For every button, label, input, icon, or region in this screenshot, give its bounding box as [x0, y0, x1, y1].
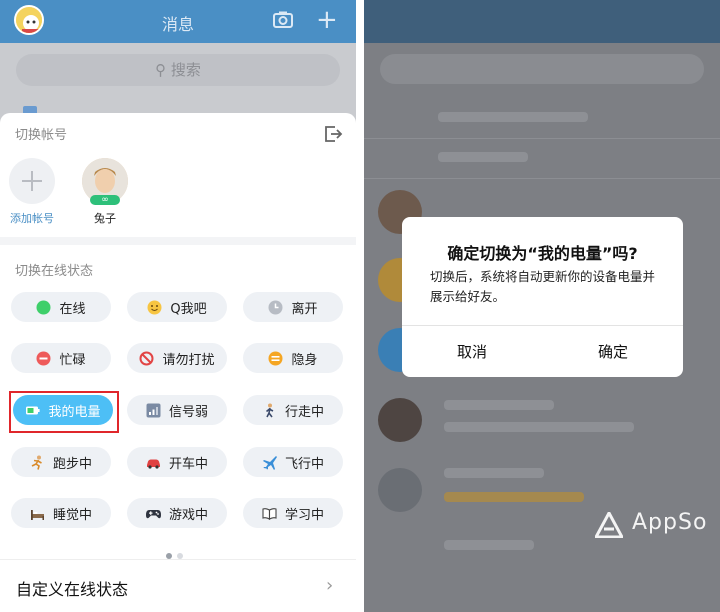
blurred-divider	[364, 178, 720, 179]
status-label: 游戏中	[168, 507, 208, 523]
confirm-dialog: 确定切换为“我的电量”吗? 切换后，系统将自动更新你的设备电量并展示给好友。 取…	[402, 217, 683, 377]
status-chip-weak-signal[interactable]: 信号弱	[127, 395, 227, 425]
status-chip-flying[interactable]: 飞行中	[243, 447, 343, 477]
status-chip-sleeping[interactable]: 睡觉中	[11, 498, 111, 528]
dialog-message: 切换后，系统将自动更新你的设备电量并展示给好友。	[430, 269, 656, 304]
add-account-button[interactable]: 添加帐号	[7, 158, 57, 226]
bed-icon	[30, 506, 45, 521]
switch-account-label: 切换帐号	[15, 128, 68, 143]
battery-icon	[25, 403, 41, 418]
blurred-text	[444, 400, 554, 410]
blurred-text	[444, 492, 584, 502]
section-divider	[0, 237, 356, 245]
status-chip-my-battery[interactable]: 我的电量	[13, 395, 113, 425]
walking-icon	[262, 403, 277, 418]
status-chip-do-not-disturb[interactable]: 请勿打扰	[127, 343, 227, 373]
user-avatar: ∞	[82, 158, 128, 205]
search-icon: ⚲	[155, 61, 167, 79]
add-icon	[9, 158, 55, 204]
blurred-text	[444, 468, 544, 478]
status-label: 隐身	[291, 352, 318, 368]
status-label: Q我吧	[170, 301, 207, 317]
status-label: 学习中	[284, 507, 324, 523]
account-name: 兔子	[94, 212, 116, 225]
dialog-divider	[402, 325, 683, 326]
status-chip-running[interactable]: 跑步中	[11, 447, 111, 477]
blurred-avatar	[378, 468, 422, 512]
status-chip-online[interactable]: 在线	[11, 292, 111, 322]
status-label: 睡觉中	[52, 507, 92, 523]
smiley-icon	[147, 300, 162, 315]
status-label: 在线	[59, 301, 86, 317]
airplane-icon	[262, 455, 277, 470]
add-plus-icon[interactable]: +	[316, 7, 338, 33]
status-chip-walking[interactable]: 行走中	[243, 395, 343, 425]
blurred-text	[444, 422, 634, 432]
status-label: 飞行中	[284, 456, 324, 472]
blurred-avatar	[378, 398, 422, 442]
custom-status-row[interactable]: 自定义在线状态 ›	[0, 559, 356, 612]
running-icon	[30, 455, 45, 470]
blurred-header	[364, 0, 720, 43]
custom-status-label: 自定义在线状态	[16, 580, 129, 599]
no-entry-icon	[139, 351, 154, 366]
blurred-text	[438, 112, 588, 122]
status-chip-away[interactable]: 离开	[243, 292, 343, 322]
hidden-icon	[268, 351, 283, 366]
watermark-text: AppSo	[632, 510, 708, 535]
status-label: 忙碌	[59, 352, 86, 368]
status-chip-busy[interactable]: 忙碌	[11, 343, 111, 373]
page-title: 消息	[161, 15, 194, 34]
left-screen: 消息 + ⚲ 搜索 切换帐号 添加帐号 ∞ 兔子 切换在线状态 在线 Q我吧 离…	[0, 0, 356, 612]
status-chip-gaming[interactable]: 游戏中	[127, 498, 227, 528]
header-bar: 消息 +	[0, 0, 356, 43]
status-label: 请勿打扰	[162, 352, 215, 368]
status-label: 离开	[291, 301, 318, 317]
confirm-button[interactable]: 确定	[543, 341, 683, 362]
book-icon	[262, 506, 277, 521]
signal-icon	[146, 403, 161, 418]
status-label: 行走中	[284, 404, 324, 420]
add-account-label: 添加帐号	[10, 212, 54, 225]
status-chip-driving[interactable]: 开车中	[127, 447, 227, 477]
chevron-right-icon: ›	[326, 575, 334, 596]
infinity-badge: ∞	[90, 195, 120, 205]
status-sheet: 切换帐号 添加帐号 ∞ 兔子 切换在线状态 在线 Q我吧 离开 忙碌 请勿打扰 …	[0, 113, 356, 612]
car-icon	[146, 455, 161, 470]
account-item[interactable]: ∞ 兔子	[80, 158, 130, 226]
status-chip-q-me[interactable]: Q我吧	[127, 292, 227, 322]
clock-icon	[268, 300, 283, 315]
logout-icon[interactable]	[323, 124, 343, 144]
cancel-button[interactable]: 取消	[402, 341, 542, 362]
blurred-search	[380, 54, 704, 84]
camera-icon[interactable]	[273, 11, 293, 28]
minus-circle-icon	[36, 351, 51, 366]
search-placeholder: 搜索	[170, 61, 201, 79]
status-chip-invisible[interactable]: 隐身	[243, 343, 343, 373]
status-label: 我的电量	[48, 404, 101, 420]
online-status-label: 切换在线状态	[15, 264, 94, 279]
blurred-text	[438, 152, 528, 162]
status-label: 信号弱	[168, 404, 208, 420]
appso-logo-icon	[595, 512, 623, 538]
search-bar[interactable]: ⚲ 搜索	[16, 54, 340, 86]
blurred-divider	[364, 138, 720, 139]
dialog-title: 确定切换为“我的电量”吗?	[447, 244, 638, 263]
status-chip-studying[interactable]: 学习中	[243, 498, 343, 528]
green-dot-icon	[36, 300, 51, 315]
blurred-text	[444, 540, 534, 550]
gamepad-icon	[145, 506, 161, 521]
status-label: 跑步中	[52, 456, 92, 472]
status-label: 开车中	[168, 456, 208, 472]
